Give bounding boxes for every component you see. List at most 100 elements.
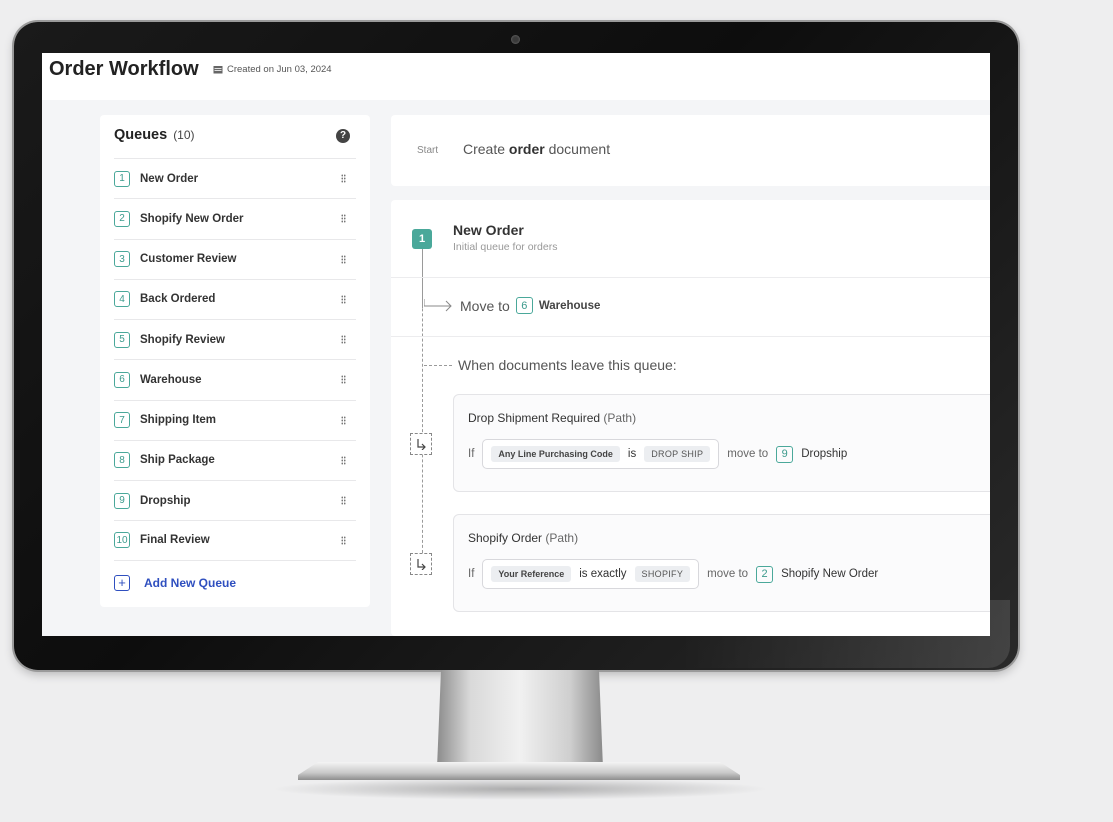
- queue-list: 1 New Order 2 Shopify New Order 3 Custom…: [114, 158, 356, 561]
- queue-label: Shopify Review: [140, 333, 225, 346]
- move-to-row[interactable]: Move to 6 Warehouse: [424, 297, 600, 314]
- queue-label: Back Ordered: [140, 293, 216, 306]
- queue-item[interactable]: 10 Final Review: [114, 520, 356, 561]
- created-date: Created on Jun 03, 2024: [213, 64, 332, 75]
- path-suffix: (Path): [603, 411, 637, 425]
- camera-icon: [511, 35, 520, 44]
- move-to-text: move to: [707, 568, 749, 580]
- plus-icon: +: [114, 575, 130, 591]
- drag-handle-icon[interactable]: [341, 415, 346, 425]
- queues-count: (10): [173, 128, 195, 142]
- queue-number: 9: [114, 492, 130, 509]
- start-text-b: order: [508, 141, 545, 157]
- start-text-c: document: [544, 141, 611, 157]
- created-label: Created on Jun 03, 2024: [227, 64, 332, 75]
- queue-item[interactable]: 4 Back Ordered: [114, 278, 356, 319]
- when-leave-row: When documents leave this queue:: [424, 357, 677, 373]
- path-rule: If Your Reference is exactly SHOPIFY mov…: [468, 559, 878, 589]
- step-number-badge: 1: [412, 229, 432, 249]
- target-queue: Dropship: [801, 448, 848, 460]
- path-suffix: (Path): [545, 531, 579, 545]
- condition-box[interactable]: Your Reference is exactly SHOPIFY: [482, 559, 700, 589]
- step-title[interactable]: New Order: [453, 222, 524, 238]
- queue-label: Ship Package: [140, 454, 215, 467]
- queue-item[interactable]: 6 Warehouse: [114, 359, 356, 399]
- calendar-icon: [213, 66, 223, 74]
- queue-number: 6: [114, 371, 130, 388]
- queue-number: 3: [114, 251, 130, 268]
- path-title: Drop Shipment Required (Path): [468, 411, 636, 425]
- queue-label: New Order: [140, 172, 199, 185]
- drag-handle-icon[interactable]: [341, 375, 346, 385]
- path-card[interactable]: Drop Shipment Required (Path) If Any Lin…: [453, 394, 990, 492]
- condition-operator: is exactly: [579, 568, 627, 580]
- branch-icon: [410, 433, 432, 455]
- drag-handle-icon[interactable]: [341, 496, 346, 505]
- condition-value: DROP SHIP: [644, 446, 711, 462]
- drag-handle-icon[interactable]: [341, 294, 346, 304]
- drag-handle-icon[interactable]: [341, 214, 346, 224]
- condition-value: SHOPIFY: [634, 566, 691, 582]
- queue-label: Final Review: [140, 534, 210, 547]
- target-queue: Shopify New Order: [781, 568, 879, 580]
- app-header: Order Workflow Created on Jun 03, 2024: [42, 53, 990, 100]
- if-label: If: [468, 448, 475, 460]
- monitor-stand-base: [298, 762, 740, 780]
- queue-number: 7: [114, 412, 130, 429]
- move-to-number: 6: [515, 297, 533, 314]
- queue-label: Warehouse: [140, 373, 202, 386]
- path-name: Drop Shipment Required: [468, 411, 601, 425]
- queue-item[interactable]: 7 Shipping Item: [114, 399, 356, 440]
- queue-label: Shopify New Order: [140, 212, 244, 225]
- queues-panel: Queues (10) ? 1 New Order 2 Shopify New …: [100, 115, 370, 607]
- help-icon[interactable]: ?: [336, 129, 350, 143]
- queue-item[interactable]: 3 Customer Review: [114, 238, 356, 279]
- queue-item[interactable]: 8 Ship Package: [114, 439, 356, 480]
- condition-operator: is: [627, 448, 637, 460]
- add-queue-label: Add New Queue: [144, 576, 237, 590]
- queue-label: Customer Review: [140, 253, 237, 266]
- queue-number: 4: [114, 291, 130, 308]
- path-card[interactable]: Shopify Order (Path) If Your Reference i…: [453, 514, 990, 612]
- move-to-text: move to: [727, 448, 769, 460]
- start-action[interactable]: Create order document: [463, 141, 610, 157]
- drag-handle-icon[interactable]: [341, 455, 346, 465]
- queue-item[interactable]: 1 New Order: [114, 158, 356, 198]
- dash-connector: [424, 364, 452, 366]
- target-number: 9: [776, 445, 794, 463]
- stand-shadow: [270, 778, 770, 800]
- queues-header: Queues (10): [114, 127, 195, 143]
- when-leave-label: When documents leave this queue:: [458, 357, 677, 373]
- condition-box[interactable]: Any Line Purchasing Code is DROP SHIP: [482, 439, 720, 469]
- queue-item[interactable]: 2 Shopify New Order: [114, 198, 356, 238]
- queue-number: 5: [114, 331, 130, 348]
- branch-icon: [410, 553, 432, 575]
- queue-number: 1: [114, 170, 130, 187]
- add-queue-button[interactable]: + Add New Queue: [114, 575, 236, 591]
- condition-field: Any Line Purchasing Code: [491, 446, 620, 462]
- queue-number: 8: [114, 452, 130, 469]
- flow-connector-solid: [422, 248, 423, 308]
- drag-handle-icon[interactable]: [341, 254, 346, 264]
- queue-number: 2: [114, 210, 130, 227]
- queue-number: 10: [114, 532, 130, 549]
- queue-item[interactable]: 5 Shopify Review: [114, 319, 356, 359]
- queue-label: Dropship: [140, 494, 191, 507]
- path-title: Shopify Order (Path): [468, 531, 578, 545]
- monitor-stand-neck: [437, 670, 603, 768]
- step-subtitle: Initial queue for orders: [453, 241, 558, 253]
- path-rule: If Any Line Purchasing Code is DROP SHIP…: [468, 439, 847, 469]
- drag-handle-icon[interactable]: [341, 335, 346, 344]
- arrow-right-icon: [424, 298, 452, 311]
- move-to-target: Warehouse: [538, 299, 601, 312]
- flow-panel: 1 New Order Initial queue for orders Mov…: [391, 200, 990, 636]
- drag-handle-icon[interactable]: [341, 536, 346, 546]
- drag-handle-icon[interactable]: [341, 174, 346, 183]
- condition-field: Your Reference: [491, 566, 572, 582]
- queue-item[interactable]: 9 Dropship: [114, 480, 356, 520]
- page-title: Order Workflow: [49, 58, 199, 80]
- target-number: 2: [756, 565, 774, 583]
- start-bar: Start Create order document: [391, 115, 990, 186]
- queue-label: Shipping Item: [140, 414, 217, 427]
- move-to-label: Move to: [460, 297, 510, 314]
